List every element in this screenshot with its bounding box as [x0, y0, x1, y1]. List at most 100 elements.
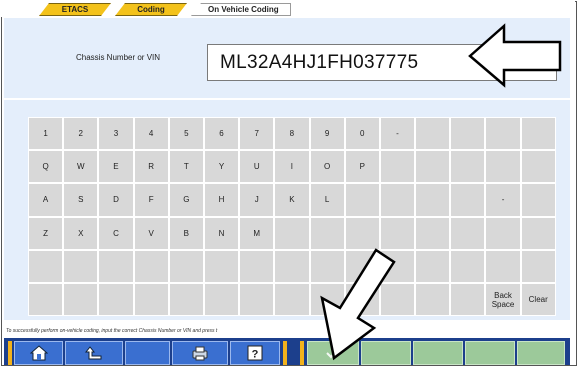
- key-blank[interactable]: [168, 249, 204, 283]
- key-blank[interactable]: [274, 249, 310, 283]
- help-button[interactable]: ?: [230, 341, 280, 365]
- key-u[interactable]: U: [239, 150, 275, 184]
- key-5[interactable]: 5: [168, 117, 204, 151]
- key-blank[interactable]: [520, 249, 556, 283]
- key-4[interactable]: 4: [133, 117, 169, 151]
- key-blank[interactable]: [415, 183, 451, 217]
- key-p[interactable]: P: [344, 150, 380, 184]
- key-blank[interactable]: [344, 216, 380, 250]
- toolbar-accent: [283, 341, 287, 365]
- key-blank[interactable]: [309, 216, 345, 250]
- key-h[interactable]: H: [203, 183, 240, 217]
- key-blank[interactable]: [63, 282, 99, 317]
- vin-value: ML32A4HJ1FH037775: [220, 51, 419, 73]
- key-blank[interactable]: [133, 249, 169, 283]
- key-blank[interactable]: [415, 117, 451, 151]
- key-w[interactable]: W: [63, 150, 99, 184]
- key-t[interactable]: T: [168, 150, 204, 184]
- key-b[interactable]: B: [168, 216, 204, 250]
- key-blank[interactable]: [168, 282, 204, 317]
- key-blank[interactable]: [344, 183, 380, 217]
- key-blank[interactable]: [485, 249, 521, 283]
- key-blank[interactable]: [485, 150, 521, 184]
- key-l[interactable]: L: [309, 183, 345, 217]
- tab-coding[interactable]: Coding: [115, 3, 187, 16]
- toolbar-slot[interactable]: [517, 341, 565, 365]
- key-7[interactable]: 7: [239, 117, 275, 151]
- key-blank[interactable]: [520, 117, 556, 151]
- tab-label: ETACS: [61, 5, 89, 14]
- key-blank[interactable]: [450, 183, 486, 217]
- key-blank[interactable]: [415, 282, 451, 317]
- key-c[interactable]: C: [98, 216, 134, 250]
- key-9[interactable]: 9: [309, 117, 345, 151]
- blank-button[interactable]: [125, 341, 170, 365]
- key-f[interactable]: F: [133, 183, 169, 217]
- key-y[interactable]: Y: [203, 150, 240, 184]
- key-blank[interactable]: [203, 282, 240, 317]
- key-blank[interactable]: [450, 216, 486, 250]
- key-blank[interactable]: [450, 249, 486, 283]
- key-8[interactable]: 8: [274, 117, 310, 151]
- key-s[interactable]: S: [63, 183, 99, 217]
- key-blank[interactable]: [28, 282, 64, 317]
- key-blank[interactable]: [98, 282, 134, 317]
- key-blank[interactable]: [274, 216, 310, 250]
- tab-etacs[interactable]: ETACS: [39, 3, 111, 16]
- key-blank[interactable]: [239, 249, 275, 283]
- clear-key[interactable]: Clear: [520, 282, 556, 317]
- key-blank[interactable]: [133, 282, 169, 317]
- key-blank[interactable]: [28, 249, 64, 283]
- key-v[interactable]: V: [133, 216, 169, 250]
- key-blank[interactable]: [450, 282, 486, 317]
- tab-on-vehicle-coding[interactable]: On Vehicle Coding: [191, 3, 291, 16]
- key-hyphen[interactable]: -: [485, 183, 521, 217]
- backspace-key[interactable]: Back Space: [485, 282, 521, 317]
- key-hyphen[interactable]: -: [379, 117, 416, 151]
- key-o[interactable]: O: [309, 150, 345, 184]
- key-blank[interactable]: [485, 117, 521, 151]
- key-blank[interactable]: [63, 249, 99, 283]
- key-0[interactable]: 0: [344, 117, 380, 151]
- key-n[interactable]: N: [203, 216, 240, 250]
- key-z[interactable]: Z: [28, 216, 64, 250]
- tab-label: On Vehicle Coding: [208, 5, 279, 14]
- key-blank[interactable]: [274, 282, 310, 317]
- key-blank[interactable]: [520, 183, 556, 217]
- key-1[interactable]: 1: [28, 117, 64, 151]
- print-button[interactable]: [172, 341, 228, 365]
- key-blank[interactable]: [485, 216, 521, 250]
- key-e[interactable]: E: [98, 150, 134, 184]
- key-j[interactable]: J: [239, 183, 275, 217]
- key-blank[interactable]: [415, 249, 451, 283]
- key-x[interactable]: X: [63, 216, 99, 250]
- key-blank[interactable]: [450, 150, 486, 184]
- key-blank[interactable]: [415, 216, 451, 250]
- key-blank[interactable]: [379, 150, 416, 184]
- key-d[interactable]: D: [98, 183, 134, 217]
- key-blank[interactable]: [520, 216, 556, 250]
- back-button[interactable]: [65, 341, 123, 365]
- key-blank[interactable]: [379, 216, 416, 250]
- key-2[interactable]: 2: [63, 117, 99, 151]
- key-blank[interactable]: [98, 249, 134, 283]
- key-blank[interactable]: [203, 249, 240, 283]
- key-m[interactable]: M: [239, 216, 275, 250]
- key-blank[interactable]: [520, 150, 556, 184]
- key-i[interactable]: I: [274, 150, 310, 184]
- key-g[interactable]: G: [168, 183, 204, 217]
- key-6[interactable]: 6: [203, 117, 240, 151]
- key-k[interactable]: K: [274, 183, 310, 217]
- key-q[interactable]: Q: [28, 150, 64, 184]
- key-3[interactable]: 3: [98, 117, 134, 151]
- key-blank[interactable]: [450, 117, 486, 151]
- key-blank[interactable]: [239, 282, 275, 317]
- key-a[interactable]: A: [28, 183, 64, 217]
- toolbar-slot[interactable]: [465, 341, 515, 365]
- key-blank[interactable]: [415, 150, 451, 184]
- key-r[interactable]: R: [133, 150, 169, 184]
- status-message: To successfully perform on-vehicle codin…: [4, 326, 570, 337]
- key-blank[interactable]: [379, 183, 416, 217]
- toolbar-slot[interactable]: [413, 341, 463, 365]
- home-button[interactable]: [14, 341, 63, 365]
